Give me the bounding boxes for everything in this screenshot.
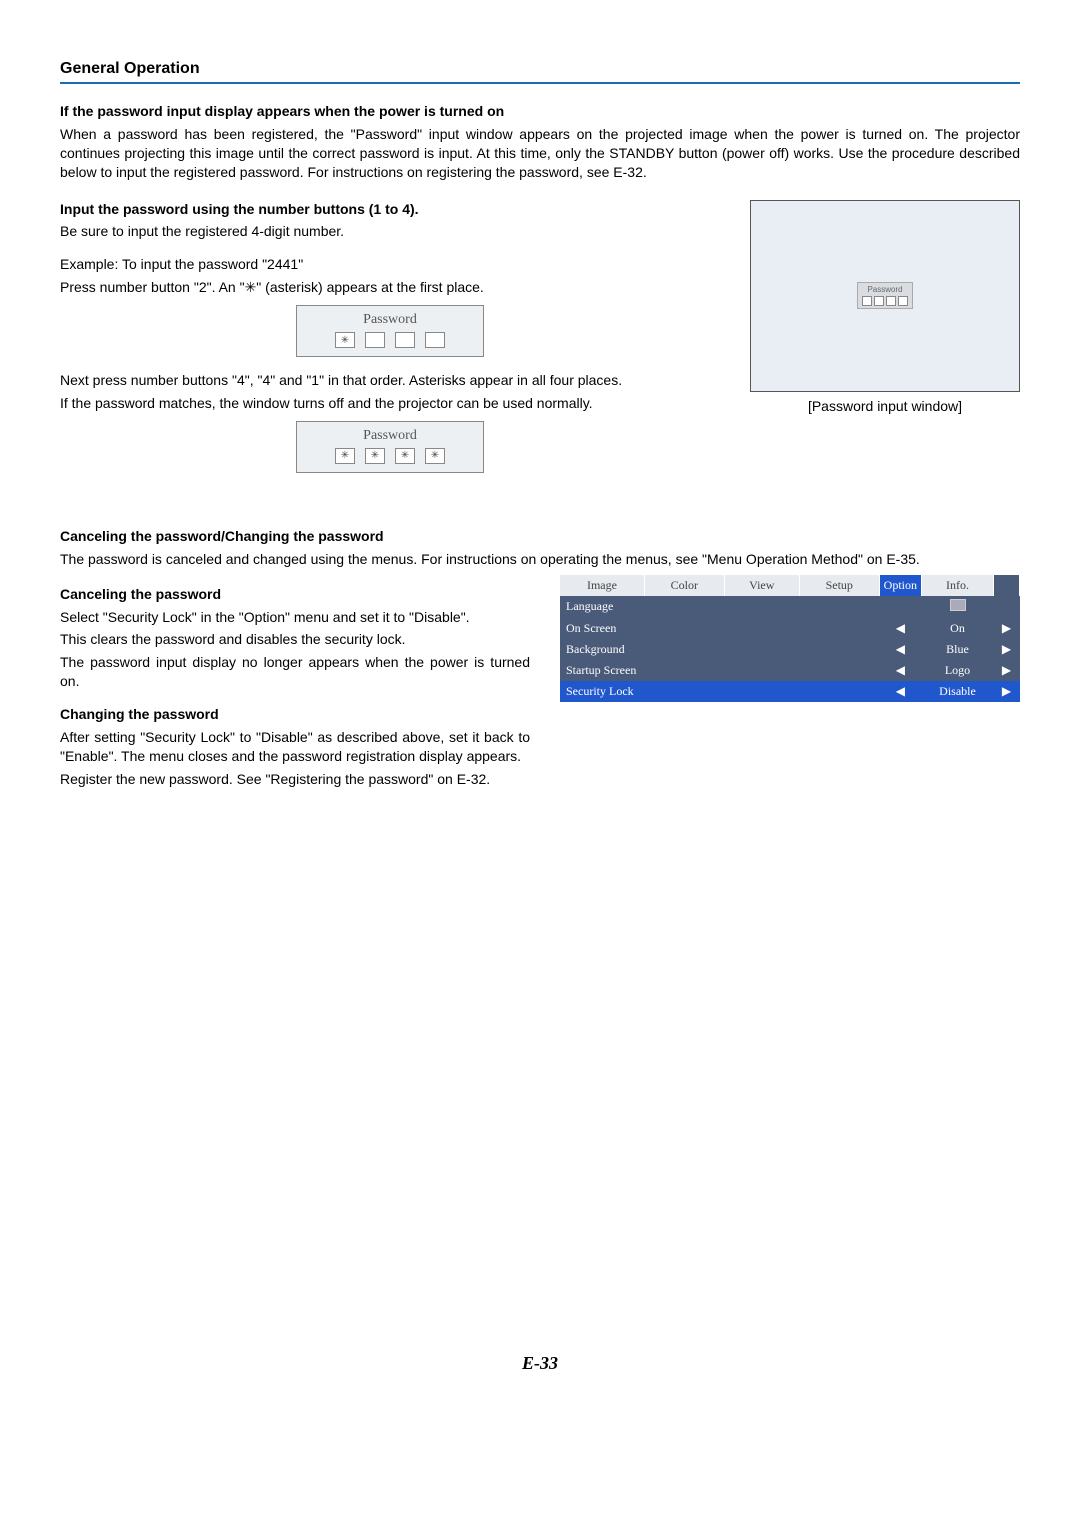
menu-tab-view: View: [724, 575, 799, 596]
paragraph: When a password has been registered, the…: [60, 125, 1020, 182]
paragraph: If the password matches, the window turn…: [60, 394, 720, 413]
paragraph: Register the new password. See "Register…: [60, 770, 530, 789]
left-arrow-icon: ◀: [879, 618, 921, 639]
heading-input-pw: Input the password using the number butt…: [60, 200, 720, 219]
right-arrow-icon: ▶: [994, 660, 1020, 681]
menu-tab-info: Info.: [922, 575, 994, 596]
paragraph: The password input display no longer app…: [60, 653, 530, 691]
heading-change: Changing the password: [60, 705, 530, 724]
heading-cancel-change: Canceling the password/Changing the pass…: [60, 527, 1020, 546]
password-dialog-one-star: Password ✳: [296, 305, 484, 357]
pw-box: ✳: [365, 448, 385, 464]
menu-row-value: On: [922, 618, 994, 639]
pw-box: [862, 296, 872, 306]
pw-box: [365, 332, 385, 348]
menu-tab-setup: Setup: [799, 575, 879, 596]
right-arrow-icon: ▶: [994, 681, 1020, 702]
menu-row-label: Language: [560, 596, 879, 618]
paragraph: Select "Security Lock" in the "Option" m…: [60, 608, 530, 627]
page-number: E-33: [60, 1353, 1020, 1374]
password-dialog-four-stars: Password ✳ ✳ ✳ ✳: [296, 421, 484, 473]
menu-tab-color: Color: [644, 575, 724, 596]
left-arrow-icon: ◀: [879, 681, 921, 702]
right-arrow-icon: ▶: [994, 618, 1020, 639]
menu-tab-option: Option: [879, 575, 921, 596]
menu-row-label: Background: [560, 639, 879, 660]
password-input-window-figure: Password: [750, 200, 1020, 392]
pw-box: ✳: [335, 448, 355, 464]
enter-icon: [950, 599, 966, 611]
paragraph: The password is canceled and changed usi…: [60, 550, 1020, 569]
heading-pw-appears: If the password input display appears wh…: [60, 102, 1020, 121]
paragraph: Example: To input the password "2441": [60, 255, 720, 274]
menu-row-value: Blue: [922, 639, 994, 660]
left-arrow-icon: ◀: [879, 639, 921, 660]
paragraph: This clears the password and disables th…: [60, 630, 530, 649]
figure-caption: [Password input window]: [750, 398, 1020, 414]
menu-row-label: On Screen: [560, 618, 879, 639]
right-arrow-icon: ▶: [994, 639, 1020, 660]
menu-row-label: Startup Screen: [560, 660, 879, 681]
pw-box: [425, 332, 445, 348]
menu-row-value: Disable: [922, 681, 994, 702]
paragraph: Press number button "2". An "✳" (asteris…: [60, 278, 720, 297]
password-label: Password: [305, 312, 475, 328]
heading-cancel: Canceling the password: [60, 585, 530, 604]
password-label: Password: [305, 428, 475, 444]
pw-box: ✳: [395, 448, 415, 464]
pw-box: ✳: [425, 448, 445, 464]
section-title: General Operation: [60, 60, 1020, 78]
menu-row-label: Security Lock: [560, 681, 879, 702]
paragraph: Next press number buttons "4", "4" and "…: [60, 371, 720, 390]
menu-tab-image: Image: [560, 575, 644, 596]
left-arrow-icon: ◀: [879, 660, 921, 681]
password-label-small: Password: [867, 285, 902, 294]
pw-box: ✳: [335, 332, 355, 348]
section-rule: [60, 82, 1020, 84]
paragraph: Be sure to input the registered 4-digit …: [60, 222, 720, 241]
pw-box: [395, 332, 415, 348]
paragraph: After setting "Security Lock" to "Disabl…: [60, 728, 530, 766]
option-menu-figure: Image Color View Setup Option Info. Lang…: [560, 575, 1020, 702]
pw-box: [898, 296, 908, 306]
pw-box: [886, 296, 896, 306]
pw-box: [874, 296, 884, 306]
menu-row-value: Logo: [922, 660, 994, 681]
